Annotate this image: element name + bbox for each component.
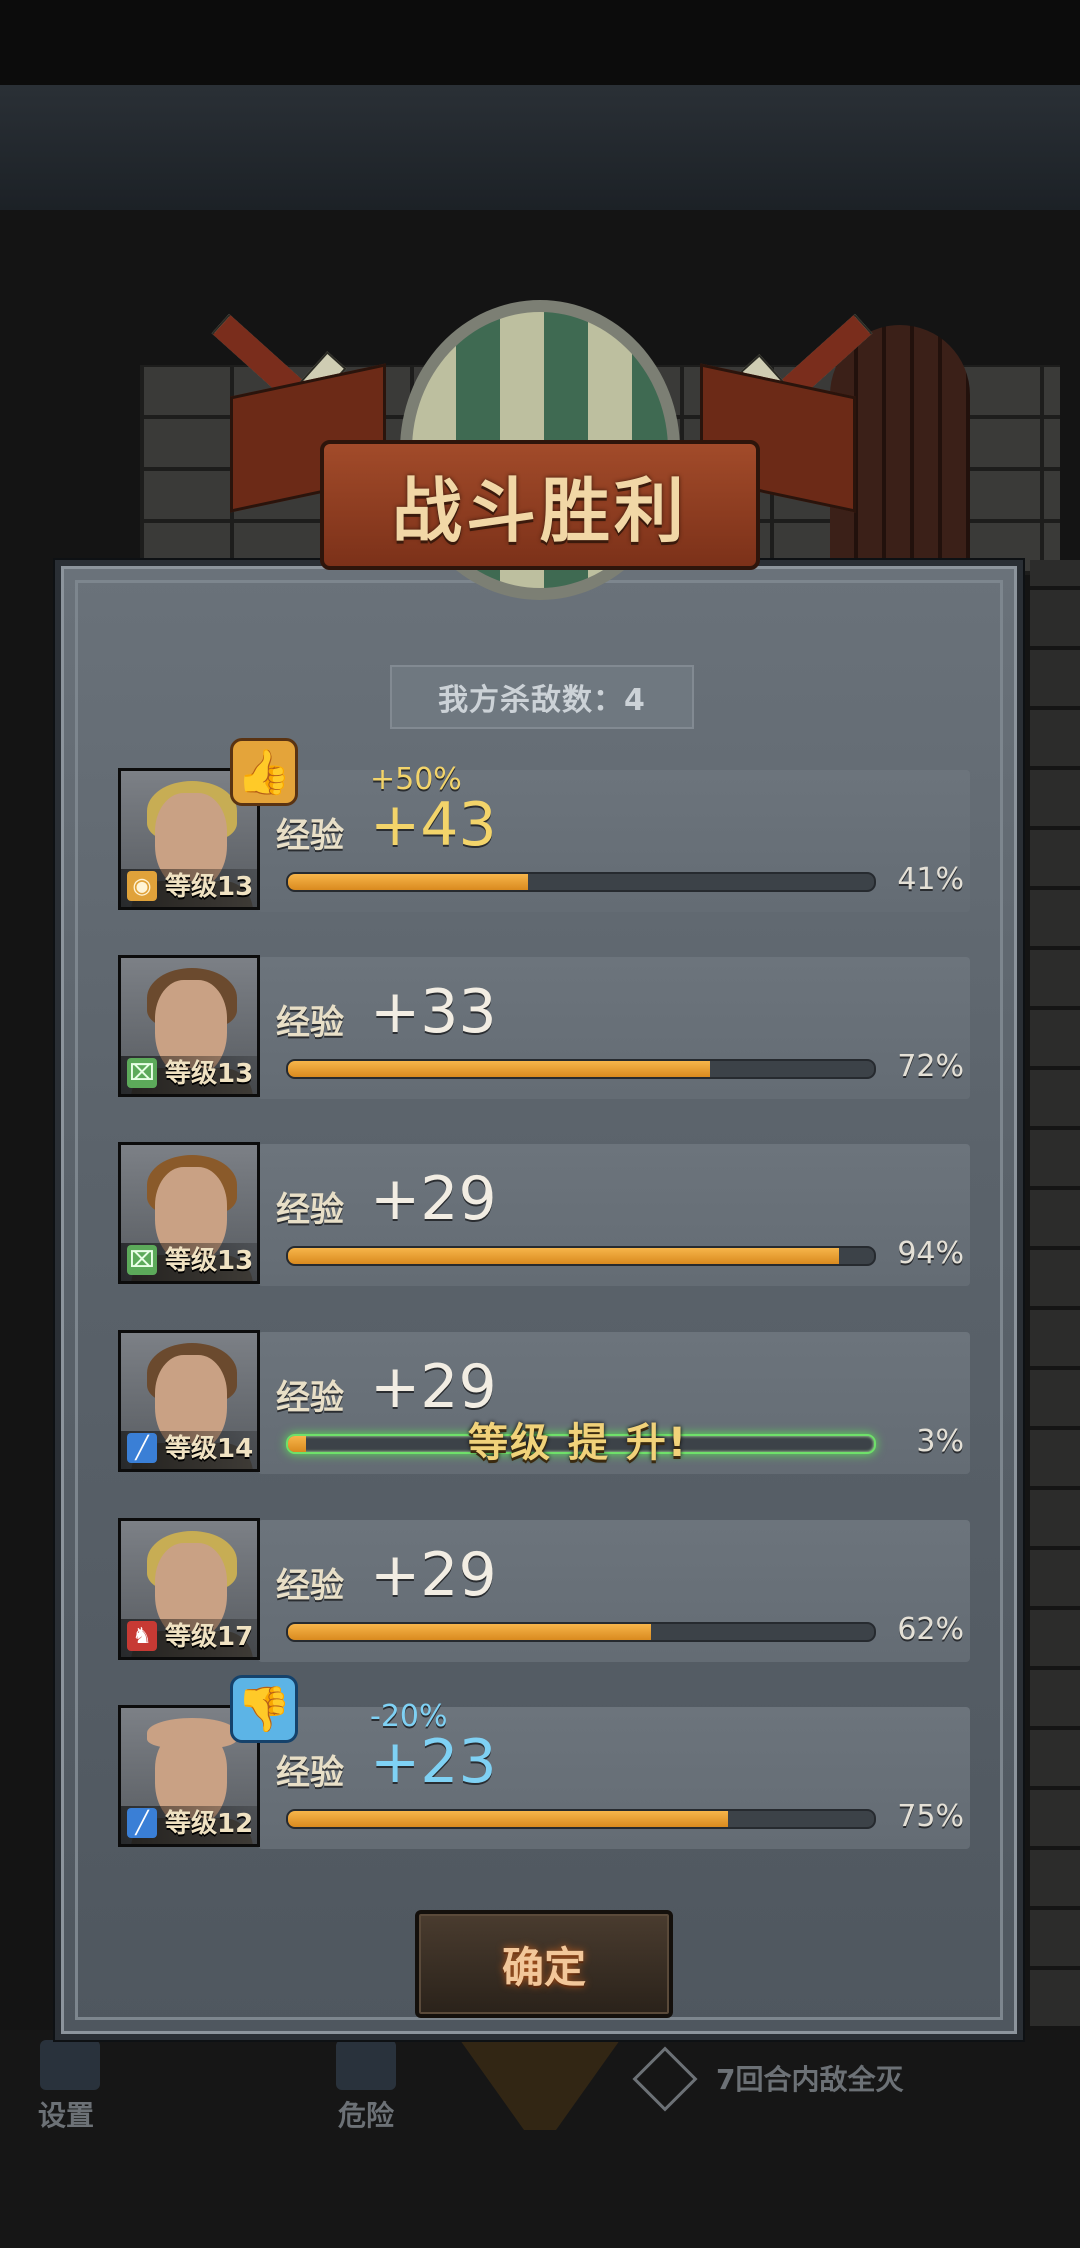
- sword-class-icon: ╱: [127, 1808, 157, 1838]
- exp-label: 经验: [276, 1003, 344, 1043]
- exp-percent: 75%: [897, 1799, 964, 1834]
- level-up-text: 等级 提 升!: [468, 1420, 689, 1466]
- thumbs-up-icon: 👍: [230, 738, 298, 806]
- hero-level: 等级12: [165, 1809, 254, 1839]
- exp-gain: +33: [370, 977, 497, 1047]
- thumbs-down-icon: 👎: [230, 1675, 298, 1743]
- exp-gain: +29: [370, 1540, 497, 1610]
- hero-level: 等级13: [165, 872, 254, 902]
- hero-portrait[interactable]: ⌧ 等级13: [118, 1142, 260, 1284]
- hero-level: 等级13: [165, 1246, 254, 1276]
- hero-row: ⌧ 等级13 经验 +29 94%: [118, 1142, 970, 1289]
- stone-pillar: [1030, 560, 1080, 2090]
- exp-label: 经验: [276, 816, 344, 856]
- exp-percent: 3%: [916, 1424, 964, 1459]
- exp-progress-fill: [288, 1624, 652, 1640]
- exp-progress-fill: [288, 874, 529, 890]
- victory-emblem: 战斗胜利: [211, 240, 873, 670]
- exp-gain: +29: [370, 1164, 497, 1234]
- exp-progress-bar: [286, 872, 876, 892]
- exp-progress-bar: [286, 1246, 876, 1266]
- hero-level: 等级17: [165, 1622, 254, 1652]
- exp-gain: +23: [370, 1727, 497, 1797]
- hero-level: 等级14: [165, 1434, 254, 1464]
- exp-progress-fill: [288, 1248, 839, 1264]
- exp-progress-bar: [286, 1622, 876, 1642]
- hero-level: 等级13: [165, 1059, 254, 1089]
- exp-progress-bar: [286, 1059, 876, 1079]
- objective-label: 7回合内敌全灭: [716, 2063, 904, 2096]
- hero-row: ⌧ 等级13 经验 +33 72%: [118, 955, 970, 1102]
- kill-count: 我方杀敌数：4: [390, 665, 694, 729]
- exp-label: 经验: [276, 1378, 344, 1418]
- horse-class-icon: ♞: [127, 1621, 157, 1651]
- bow-class-icon: ⌧: [127, 1058, 157, 1088]
- exp-percent: 94%: [897, 1236, 964, 1271]
- hero-row: ♞ 等级17 经验 +29 62%: [118, 1518, 970, 1665]
- exp-label: 经验: [276, 1753, 344, 1793]
- hero-portrait[interactable]: ⌧ 等级13: [118, 955, 260, 1097]
- exp-progress-bar: [286, 1809, 876, 1829]
- exp-percent: 62%: [897, 1612, 964, 1647]
- danger-icon: [336, 2040, 396, 2090]
- settings-label[interactable]: 设置: [38, 2094, 94, 2134]
- hero-row: ◉ 等级13 👍 +50% 经验 +43 41%: [118, 738, 970, 915]
- hero-portrait[interactable]: ♞ 等级17: [118, 1518, 260, 1660]
- sword-class-icon: ╱: [127, 1433, 157, 1463]
- top-bar: [0, 85, 1080, 210]
- hero-row: ╱ 等级14 经验 +29 等级 提 升! 3%: [118, 1330, 970, 1477]
- shield-class-icon: ◉: [127, 871, 157, 901]
- exp-label: 经验: [276, 1566, 344, 1606]
- confirm-button[interactable]: 确定: [415, 1910, 673, 2018]
- exp-gain: +43: [370, 790, 497, 860]
- exp-progress-fill: [288, 1811, 728, 1827]
- bow-class-icon: ⌧: [127, 1245, 157, 1275]
- exp-label: 经验: [276, 1190, 344, 1230]
- exp-percent: 72%: [897, 1049, 964, 1084]
- confirm-label: 确定: [501, 1942, 586, 1992]
- hero-portrait[interactable]: ╱ 等级14: [118, 1330, 260, 1472]
- exp-progress-fill: [288, 1436, 306, 1452]
- exp-percent: 41%: [897, 862, 964, 897]
- gear-icon: [40, 2040, 100, 2090]
- hero-row: ╱ 等级12 👎 -20% 经验 +23 75%: [118, 1675, 970, 1852]
- exp-progress-fill: [288, 1061, 710, 1077]
- danger-label[interactable]: 危险: [338, 2094, 394, 2134]
- victory-title: 战斗胜利: [392, 469, 688, 552]
- title-banner: 战斗胜利: [320, 440, 760, 570]
